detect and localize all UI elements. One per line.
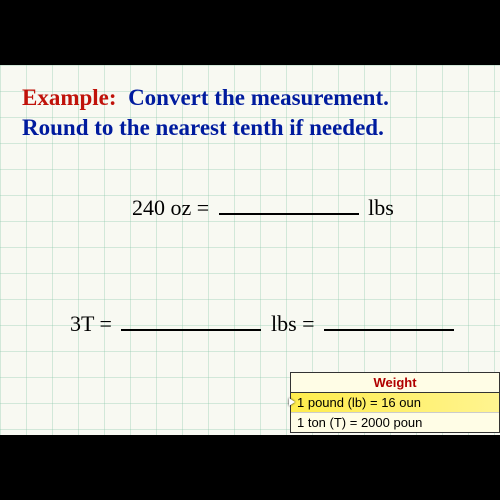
- weight-box-title: Weight: [291, 373, 499, 393]
- problem2-lhs: 3T =: [70, 311, 112, 336]
- weight-row-pound: 1 pound (lb) = 16 oun: [291, 393, 499, 413]
- weight-reference-box: Weight 1 pound (lb) = 16 oun 1 ton (T) =…: [290, 372, 500, 433]
- problem1-blank: [219, 195, 359, 215]
- weight-row-1-text: 1 pound (lb) = 16 oun: [297, 395, 421, 410]
- problem-1: 240 oz = lbs: [132, 195, 478, 221]
- title-line-1: Example: Convert the measurement.: [22, 83, 478, 113]
- content-area: Example: Convert the measurement. Round …: [0, 65, 500, 337]
- weight-row-ton: 1 ton (T) = 2000 poun: [291, 413, 499, 432]
- problem2-blank-2: [324, 311, 454, 331]
- slide-frame: Example: Convert the measurement. Round …: [0, 65, 500, 435]
- example-label: Example:: [22, 85, 117, 110]
- problem-2: 3T = lbs =: [70, 311, 478, 337]
- title-line-2: Round to the nearest tenth if needed.: [22, 113, 478, 143]
- instruction-part2: Round to the nearest tenth if needed.: [22, 115, 384, 140]
- instruction-part1: Convert the measurement.: [122, 85, 389, 110]
- problem1-lhs: 240 oz =: [132, 195, 209, 220]
- problem2-mid-unit: lbs =: [271, 311, 315, 336]
- problem2-blank-1: [121, 311, 261, 331]
- problem1-unit: lbs: [368, 195, 394, 220]
- instruction-text-1: Convert the measurement.: [128, 85, 389, 110]
- cursor-icon: [289, 398, 295, 406]
